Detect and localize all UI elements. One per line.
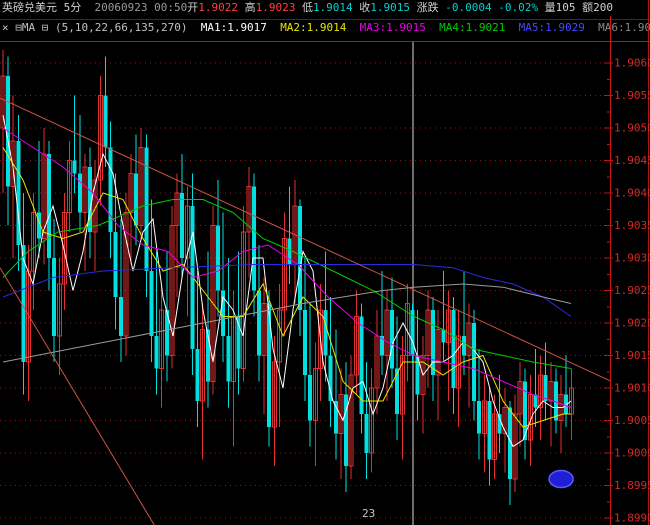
candle-down xyxy=(364,414,369,453)
candle-down xyxy=(226,336,231,382)
candle-down xyxy=(149,271,154,336)
chart-window: { "header": { "symbol": "英磅兑美元", "period… xyxy=(0,0,650,525)
candle-down xyxy=(451,310,456,388)
axis-label: 1.9005 xyxy=(614,414,650,427)
candle-down xyxy=(216,225,221,291)
candle-down xyxy=(390,310,395,369)
axis-label: 1.9010 xyxy=(614,382,650,395)
axis-label: 1.9035 xyxy=(614,219,650,232)
candle-down xyxy=(134,173,139,226)
candle-down xyxy=(308,375,313,421)
candle-down xyxy=(180,193,185,258)
candle-down xyxy=(77,173,82,213)
candle-down xyxy=(477,401,482,434)
candle-down xyxy=(195,349,200,401)
candle-down xyxy=(257,290,261,356)
candle-down xyxy=(543,375,548,401)
candle-down xyxy=(113,232,118,297)
candle-down xyxy=(303,310,308,375)
axis-label: 1.8995 xyxy=(614,479,650,492)
ellipse-annotation[interactable] xyxy=(548,469,574,489)
candle-down xyxy=(323,310,328,356)
axis-label: 1.9030 xyxy=(614,252,650,265)
candle-down xyxy=(461,336,466,356)
axis-label: 1.9060 xyxy=(614,57,650,70)
axis-label: 1.9000 xyxy=(614,447,650,460)
candle-down xyxy=(533,394,538,408)
axis-label: 1.9055 xyxy=(614,89,650,102)
x-axis-date-label: 23 xyxy=(362,507,375,520)
candle-down xyxy=(472,323,477,401)
axis-label: 1.9025 xyxy=(614,284,650,297)
axis-label: 1.9020 xyxy=(614,317,650,330)
candle-down xyxy=(118,297,123,336)
axis-label: 1.9045 xyxy=(614,154,650,167)
chart-canvas[interactable]: 1.9060 1.9055 1.9050 1.9045 1.9040 1.9035 1.90… xyxy=(0,0,650,525)
candle-down xyxy=(297,206,302,310)
axis-label: 1.9015 xyxy=(614,349,650,362)
axis-label: 1.9050 xyxy=(614,122,650,135)
axis-label: 1.9040 xyxy=(614,187,650,200)
axis-label: 1.8990 xyxy=(614,512,650,525)
candle-down xyxy=(553,381,558,421)
candle-down xyxy=(431,310,436,375)
candle-down xyxy=(72,160,77,174)
candle-down xyxy=(328,355,333,401)
candle-down xyxy=(103,95,108,148)
candle-down xyxy=(154,336,159,369)
candle-down xyxy=(441,329,446,343)
candle-down xyxy=(267,303,272,427)
candle-down xyxy=(487,401,492,460)
candle-down xyxy=(251,186,256,291)
candle-down xyxy=(52,258,57,336)
candle-down xyxy=(47,154,52,258)
